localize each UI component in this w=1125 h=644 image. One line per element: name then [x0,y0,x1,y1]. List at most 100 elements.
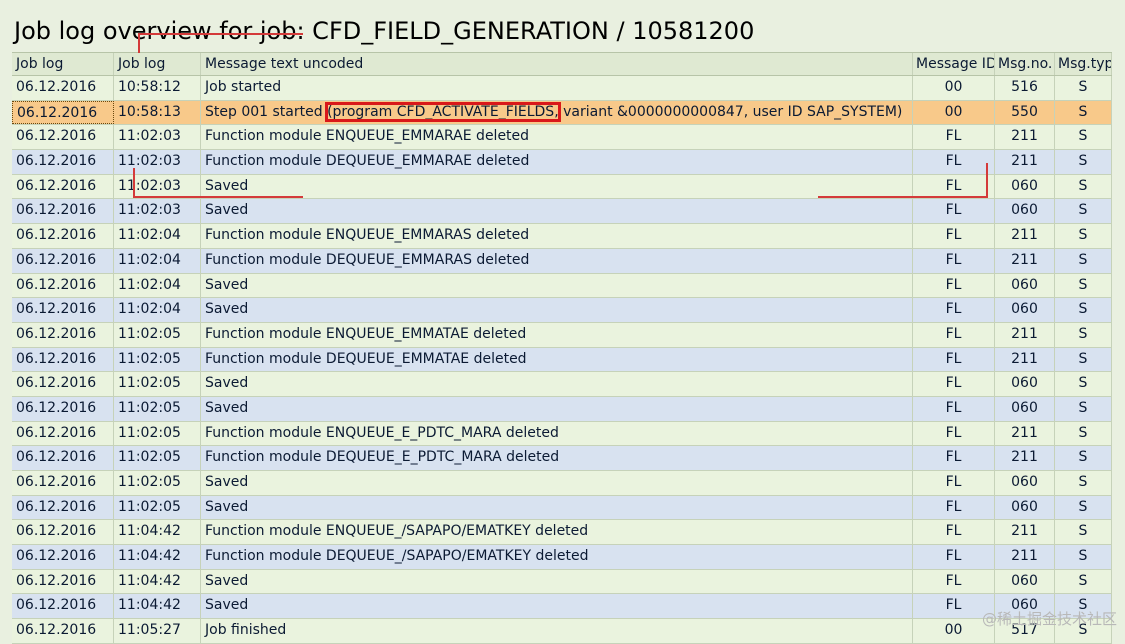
cell-msg-typ[interactable]: S [1055,495,1112,520]
cell-msg-typ[interactable]: S [1055,347,1112,372]
cell-message-text[interactable]: Saved [201,495,913,520]
cell-time[interactable]: 11:02:03 [114,125,201,150]
table-row[interactable]: 06.12.2016 11:02:04 Saved FL 060 S [12,298,1112,323]
cell-message-id[interactable]: FL [913,421,995,446]
cell-message-text[interactable]: Function module DEQUEUE_EMMARAS deleted [201,248,913,273]
cell-message-id[interactable]: FL [913,545,995,569]
cell-message-id[interactable]: FL [913,150,995,174]
table-row[interactable]: 06.12.2016 10:58:12 Job started 00 516 S [12,76,1112,101]
column-header-message-id[interactable]: Message ID [913,53,995,75]
cell-message-id[interactable]: FL [913,298,995,322]
cell-time[interactable]: 11:02:05 [114,396,201,421]
cell-date[interactable]: 06.12.2016 [12,421,114,446]
cell-message-id[interactable]: FL [913,520,995,545]
cell-date[interactable]: 06.12.2016 [12,446,114,470]
cell-msg-no[interactable]: 060 [995,471,1055,495]
cell-message-text[interactable]: Saved [201,273,913,298]
cell-date[interactable]: 06.12.2016 [12,545,114,569]
cell-msg-typ[interactable]: S [1055,100,1112,125]
cell-message-text[interactable]: Saved [201,569,913,594]
table-row[interactable]: 06.12.2016 11:02:03 Function module ENQUEU… [12,125,1112,151]
cell-message-id[interactable]: FL [913,322,995,347]
table-row[interactable]: 06.12.2016 11:02:04 Function module ENQUEU… [12,224,1112,249]
cell-message-id[interactable]: FL [913,224,995,248]
cell-date[interactable]: 06.12.2016 [12,174,114,199]
cell-msg-typ[interactable]: S [1055,372,1112,396]
cell-date[interactable]: 06.12.2016 [12,396,114,421]
cell-date[interactable]: 06.12.2016 [12,520,114,545]
cell-message-text[interactable]: Function module ENQUEUE_E_PDTC_MARA dele… [201,421,913,446]
cell-msg-typ[interactable]: S [1055,446,1112,470]
table-row[interactable]: 06.12.2016 11:02:05 Function module ENQUEU… [12,421,1112,447]
table-row[interactable]: 06.12.2016 11:04:42 Function module DEQUEU… [12,545,1112,570]
cell-msg-typ[interactable]: S [1055,569,1112,594]
table-row[interactable]: 06.12.2016 11:02:04 Saved FL 060 S [12,273,1112,299]
cell-message-id[interactable]: FL [913,125,995,150]
table-row[interactable]: 06.12.2016 11:04:42 Saved FL 060 S [12,569,1112,595]
cell-message-text[interactable]: Saved [201,396,913,421]
cell-message-text[interactable]: Saved [201,298,913,322]
cell-msg-typ[interactable]: S [1055,471,1112,495]
column-header-msg-typ[interactable]: Msg.typ [1055,53,1112,75]
cell-msg-typ[interactable]: S [1055,224,1112,248]
cell-time[interactable]: 11:02:05 [114,421,201,446]
cell-msg-no[interactable]: 211 [995,446,1055,470]
cell-date[interactable]: 06.12.2016 [12,372,114,396]
cell-date[interactable]: 06.12.2016 [12,347,114,372]
cell-time[interactable]: 11:02:05 [114,471,201,495]
cell-msg-no[interactable]: 211 [995,150,1055,174]
cell-msg-no[interactable]: 211 [995,545,1055,569]
cell-msg-typ[interactable]: S [1055,248,1112,273]
cell-time[interactable]: 11:02:03 [114,174,201,199]
table-row[interactable]: 06.12.2016 11:05:27 Job finished 00 517 S [12,619,1112,644]
cell-message-text[interactable]: Function module DEQUEUE_EMMATAE deleted [201,347,913,372]
cell-msg-typ[interactable]: S [1055,150,1112,174]
cell-time[interactable]: 11:04:42 [114,520,201,545]
cell-message-id[interactable]: FL [913,174,995,199]
cell-date[interactable]: 06.12.2016 [12,273,114,298]
cell-msg-no[interactable]: 211 [995,248,1055,273]
column-header-msg-no[interactable]: Msg.no. [995,53,1055,75]
table-row[interactable]: 06.12.2016 11:04:42 Saved FL 060 S [12,594,1112,620]
cell-time[interactable]: 11:04:42 [114,569,201,594]
cell-msg-typ[interactable]: S [1055,273,1112,298]
cell-time[interactable]: 11:02:05 [114,322,201,347]
cell-time[interactable]: 11:02:05 [114,446,201,470]
cell-date[interactable]: 06.12.2016 [12,619,114,643]
cell-msg-no[interactable]: 060 [995,396,1055,421]
column-header-job-log-date[interactable]: Job log [12,53,114,75]
cell-message-text[interactable]: Step 001 started (program CFD_ACTIVATE_F… [201,100,913,125]
cell-date[interactable]: 06.12.2016 [12,322,114,347]
cell-msg-typ[interactable]: S [1055,174,1112,199]
cell-message-id[interactable]: FL [913,569,995,594]
cell-message-text[interactable]: Saved [201,594,913,619]
cell-msg-typ[interactable]: S [1055,545,1112,569]
cell-msg-no[interactable]: 211 [995,421,1055,446]
cell-time[interactable]: 11:02:05 [114,347,201,372]
cell-message-id[interactable]: 00 [913,100,995,125]
cell-msg-no[interactable]: 211 [995,322,1055,347]
table-row[interactable]: 06.12.2016 11:02:05 Saved FL 060 S [12,495,1112,521]
cell-date[interactable]: 06.12.2016 [12,248,114,273]
cell-message-text[interactable]: Function module DEQUEUE_EMMARAE deleted [201,150,913,174]
table-row[interactable]: 06.12.2016 11:02:05 Function module DEQUEU… [12,347,1112,373]
cell-time[interactable]: 11:02:05 [114,372,201,396]
table-row[interactable]: 06.12.2016 11:02:05 Saved FL 060 S [12,471,1112,496]
cell-date[interactable]: 06.12.2016 [12,471,114,495]
cell-message-id[interactable]: FL [913,199,995,224]
cell-date[interactable]: 06.12.2016 [12,199,114,224]
cell-time[interactable]: 11:04:42 [114,594,201,619]
table-row[interactable]: 06.12.2016 11:02:03 Saved FL 060 S [12,199,1112,225]
cell-date[interactable]: 06.12.2016 [12,495,114,520]
cell-msg-no[interactable]: 211 [995,347,1055,372]
cell-msg-typ[interactable]: S [1055,298,1112,322]
table-row[interactable]: 06.12.2016 11:04:42 Function module ENQUEU… [12,520,1112,546]
cell-date[interactable]: 06.12.2016 [12,125,114,150]
table-row[interactable]: 06.12.2016 10:58:13 Step 001 started (prog… [12,100,1112,126]
cell-message-id[interactable]: 00 [913,76,995,100]
cell-date[interactable]: 06.12.2016 [12,224,114,248]
cell-message-text[interactable]: Function module ENQUEUE_EMMARAE deleted [201,125,913,150]
cell-message-text[interactable]: Function module DEQUEUE_E_PDTC_MARA dele… [201,446,913,470]
table-row[interactable]: 06.12.2016 11:02:05 Saved FL 060 S [12,372,1112,397]
cell-msg-no[interactable]: 060 [995,495,1055,520]
